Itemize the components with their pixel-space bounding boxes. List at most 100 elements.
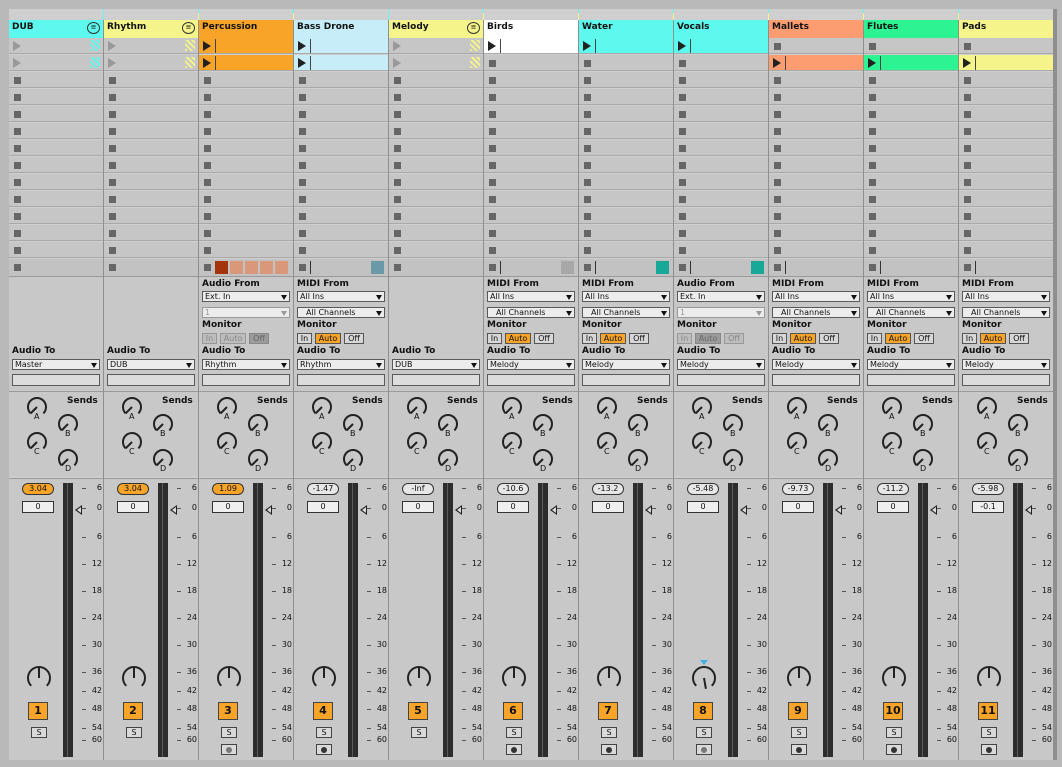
stop-button-icon[interactable]: [869, 43, 876, 50]
clip-slot[interactable]: [959, 225, 1053, 241]
stop-button-icon[interactable]: [679, 128, 686, 135]
stop-button-icon[interactable]: [774, 196, 781, 203]
clip-slot[interactable]: [674, 242, 768, 258]
stop-button-icon[interactable]: [679, 77, 686, 84]
clip-slot[interactable]: [579, 140, 673, 156]
stop-button-icon[interactable]: [489, 247, 496, 254]
monitor-in-button[interactable]: In: [867, 333, 882, 344]
stop-button-icon[interactable]: [394, 162, 401, 169]
stop-all-icon[interactable]: [679, 264, 686, 271]
stop-button-icon[interactable]: [14, 213, 21, 220]
clip-slot[interactable]: [199, 55, 293, 71]
clip-slot[interactable]: [9, 106, 103, 122]
clip-slot[interactable]: [199, 72, 293, 88]
clip-slot[interactable]: [294, 157, 388, 173]
clip-slot[interactable]: [769, 123, 863, 139]
clip-slot[interactable]: [769, 157, 863, 173]
track-header[interactable]: Bass Drone: [294, 20, 388, 38]
stop-button-icon[interactable]: [14, 77, 21, 84]
clip-slot[interactable]: [864, 72, 958, 88]
stop-button-icon[interactable]: [14, 111, 21, 118]
clip-slot[interactable]: [864, 55, 958, 71]
output-channel-field[interactable]: [297, 374, 385, 386]
track-activator-button[interactable]: 6: [503, 702, 523, 720]
solo-button[interactable]: S: [31, 727, 47, 738]
clip-slot[interactable]: [389, 140, 483, 156]
volume-knob[interactable]: [785, 664, 811, 690]
clip-slot[interactable]: [674, 106, 768, 122]
track-activator-button[interactable]: 3: [218, 702, 238, 720]
stop-button-icon[interactable]: [14, 196, 21, 203]
arm-button[interactable]: [696, 744, 712, 755]
monitor-auto-button[interactable]: Auto: [220, 333, 246, 344]
play-icon[interactable]: [963, 58, 971, 68]
clip[interactable]: [215, 39, 292, 53]
clip-slot[interactable]: [389, 106, 483, 122]
stop-button-icon[interactable]: [299, 77, 306, 84]
stop-button-icon[interactable]: [679, 162, 686, 169]
stop-button-icon[interactable]: [489, 60, 496, 67]
clip-slot[interactable]: [199, 106, 293, 122]
stop-button-icon[interactable]: [489, 162, 496, 169]
monitor-off-button[interactable]: Off: [629, 333, 649, 344]
output-dropdown[interactable]: Melody: [867, 359, 955, 370]
arm-button[interactable]: [221, 744, 237, 755]
clip-slot[interactable]: [769, 106, 863, 122]
clip-slot[interactable]: [769, 208, 863, 224]
stop-button-icon[interactable]: [204, 213, 211, 220]
clip-slot[interactable]: [579, 208, 673, 224]
clip[interactable]: [215, 56, 292, 70]
arm-button[interactable]: [506, 744, 522, 755]
stop-button-icon[interactable]: [869, 230, 876, 237]
stop-button-icon[interactable]: [204, 77, 211, 84]
stop-button-icon[interactable]: [204, 145, 211, 152]
solo-button[interactable]: S: [411, 727, 427, 738]
play-icon[interactable]: [108, 41, 116, 51]
stop-button-icon[interactable]: [869, 94, 876, 101]
clip-slot[interactable]: [389, 157, 483, 173]
clip-slot[interactable]: [199, 157, 293, 173]
stop-button-icon[interactable]: [679, 111, 686, 118]
stop-button-icon[interactable]: [394, 77, 401, 84]
pan-readout[interactable]: 0: [877, 501, 909, 513]
clip-slot[interactable]: [484, 140, 578, 156]
clip-slot[interactable]: [294, 89, 388, 105]
pan-readout[interactable]: 0: [117, 501, 149, 513]
play-icon[interactable]: [203, 58, 211, 68]
clip-slot[interactable]: [104, 174, 198, 190]
stop-button-icon[interactable]: [679, 145, 686, 152]
clip-slot[interactable]: [674, 55, 768, 71]
stop-button-icon[interactable]: [584, 196, 591, 203]
stop-button-icon[interactable]: [489, 145, 496, 152]
input-type-dropdown[interactable]: All Ins: [582, 291, 670, 302]
clip-slot[interactable]: [104, 106, 198, 122]
output-channel-field[interactable]: [677, 374, 765, 386]
clip-slot[interactable]: [769, 242, 863, 258]
stop-button-icon[interactable]: [299, 94, 306, 101]
stop-button-icon[interactable]: [109, 196, 116, 203]
stop-button-icon[interactable]: [964, 247, 971, 254]
stop-button-icon[interactable]: [869, 213, 876, 220]
monitor-in-button[interactable]: In: [297, 333, 312, 344]
stop-button-icon[interactable]: [869, 128, 876, 135]
volume-readout[interactable]: 3.04: [117, 483, 149, 495]
stop-button-icon[interactable]: [394, 230, 401, 237]
solo-button[interactable]: S: [981, 727, 997, 738]
clip-slot[interactable]: [199, 89, 293, 105]
pan-readout[interactable]: 0: [497, 501, 529, 513]
output-channel-field[interactable]: [582, 374, 670, 386]
volume-readout[interactable]: 1.09: [212, 483, 244, 495]
output-dropdown[interactable]: Rhythm: [202, 359, 290, 370]
clip-slot[interactable]: [674, 72, 768, 88]
volume-readout[interactable]: 3.04: [22, 483, 54, 495]
input-channel-dropdown[interactable]: 1: [677, 307, 765, 318]
track-header[interactable]: Vocals: [674, 20, 768, 38]
solo-button[interactable]: S: [126, 727, 142, 738]
monitor-off-button[interactable]: Off: [249, 333, 269, 344]
track-activator-button[interactable]: 2: [123, 702, 143, 720]
stop-button-icon[interactable]: [489, 128, 496, 135]
stop-all-icon[interactable]: [774, 264, 781, 271]
track-header[interactable]: Percussion: [199, 20, 293, 38]
clip-slot[interactable]: [959, 140, 1053, 156]
input-channel-dropdown[interactable]: All Channels: [962, 307, 1050, 318]
